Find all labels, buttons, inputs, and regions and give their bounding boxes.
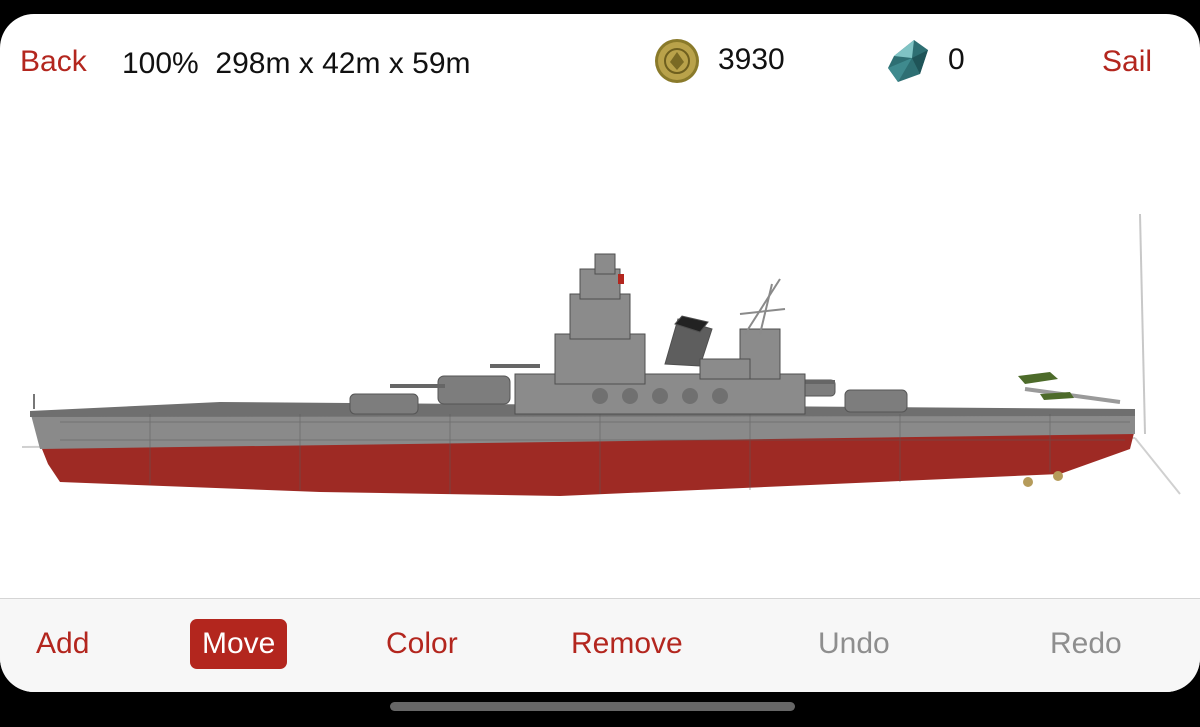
move-button[interactable]: Move: [190, 619, 288, 669]
bottom-toolbar: Add Move Color Remove Undo Redo: [0, 598, 1200, 692]
bridge-tower: [569, 293, 631, 340]
seaplane: [1018, 372, 1058, 384]
gold-coin-icon: [655, 39, 699, 83]
turret: [844, 389, 908, 413]
crystal-gem-icon: [888, 40, 928, 82]
gun-mount: [682, 388, 698, 404]
redo-button[interactable]: Redo: [1050, 627, 1122, 661]
mast-yard: [739, 308, 786, 315]
rangefinder: [594, 253, 616, 275]
remove-button[interactable]: Remove: [571, 627, 683, 661]
battleship-model[interactable]: [0, 104, 1200, 598]
coin-count: 3930: [718, 43, 785, 76]
home-indicator: [390, 702, 795, 711]
catapult: [1024, 387, 1121, 404]
gem-count: 0: [948, 43, 965, 76]
game-screen: Back 100% 298m x 42m x 59m 3930 0 Sail A…: [0, 14, 1200, 692]
propeller: [1053, 471, 1063, 481]
gun-mount: [652, 388, 668, 404]
gun-mount: [712, 388, 728, 404]
back-button[interactable]: Back: [20, 45, 87, 79]
axis-line: [1139, 213, 1146, 435]
propeller: [1023, 477, 1033, 487]
sail-button[interactable]: Sail: [1102, 45, 1152, 79]
color-button[interactable]: Color: [386, 627, 458, 661]
undo-button[interactable]: Undo: [818, 627, 890, 661]
gun-mount: [622, 388, 638, 404]
turret: [349, 393, 419, 415]
ship-viewport[interactable]: i: [0, 104, 1200, 670]
ship-stats: 100% 298m x 42m x 59m: [122, 47, 471, 80]
add-button[interactable]: Add: [36, 627, 89, 661]
superstructure-mid: [554, 333, 646, 385]
flag: [618, 274, 624, 284]
turret: [437, 375, 511, 405]
top-bar: Back 100% 298m x 42m x 59m 3930 0 Sail: [0, 14, 1200, 104]
aft-block: [699, 358, 751, 380]
axis-line: [1134, 437, 1181, 495]
gun-mount: [592, 388, 608, 404]
